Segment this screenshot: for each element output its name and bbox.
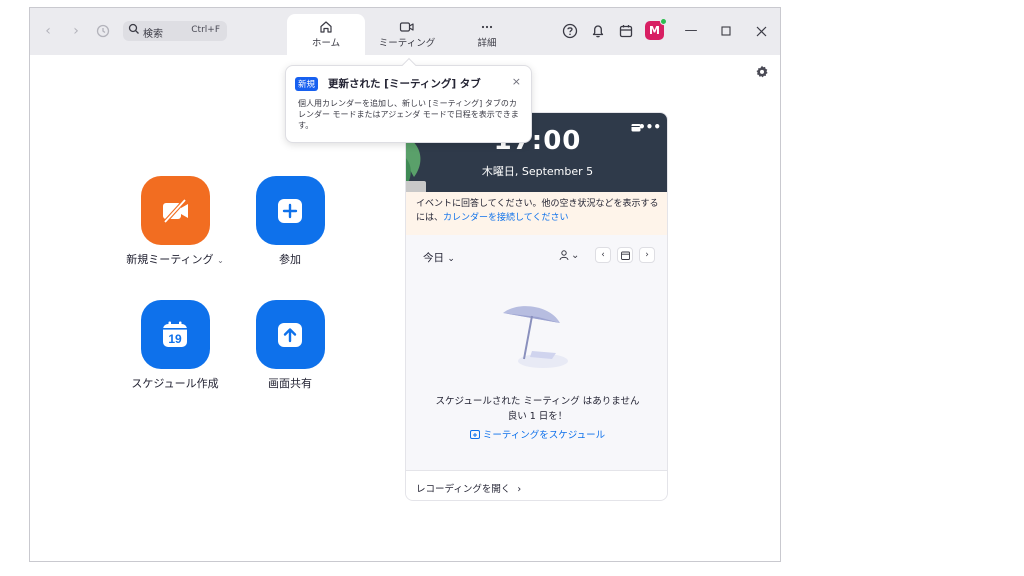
forward-arrow-icon[interactable]: ›	[66, 21, 86, 41]
calendar-icon[interactable]	[617, 22, 635, 40]
participants-filter-icon[interactable]: ⌄	[559, 249, 579, 261]
search-icon	[128, 23, 140, 38]
gear-icon[interactable]	[755, 65, 769, 79]
top-bar: ‹ › 検索 Ctrl+F ホーム ミーティング 詳細 M —	[30, 8, 780, 55]
zoom-window: ‹ › 検索 Ctrl+F ホーム ミーティング 詳細 M — 新規 更新された…	[29, 7, 781, 562]
tab-home[interactable]: ホーム	[287, 14, 365, 55]
tab-more[interactable]: 詳細	[448, 14, 526, 55]
help-icon[interactable]	[561, 22, 579, 40]
schedule-label: スケジュール作成	[131, 377, 219, 390]
more-options-icon[interactable]: •••	[638, 120, 661, 134]
close-icon[interactable]	[752, 21, 770, 41]
tab-meetings[interactable]: ミーティング	[368, 14, 446, 55]
join-button[interactable]	[255, 176, 325, 245]
next-day-button[interactable]: ›	[639, 247, 655, 263]
popup-body: 個人用カレンダーを追加し、新しい [ミーティング] タブのカレンダー モードまた…	[298, 99, 519, 130]
join-action[interactable]: 参加	[230, 176, 350, 267]
open-recordings-link[interactable]: レコーディングを開く ›	[406, 470, 667, 500]
minimize-icon[interactable]: —	[682, 21, 700, 41]
search-box[interactable]: 検索 Ctrl+F	[123, 21, 227, 41]
share-screen-button[interactable]	[255, 300, 325, 369]
new-feature-popup: 新規 更新された [ミーティング] タブ × 個人用カレンダーを追加し、新しい …	[285, 57, 532, 143]
popup-arrow	[401, 57, 417, 73]
schedule-meeting-link-label: ミーティングをスケジュール	[482, 430, 606, 441]
schedule-action[interactable]: 19 スケジュール作成	[115, 300, 235, 391]
bell-icon[interactable]	[589, 22, 607, 40]
new-meeting-label: 新規ミーティング ⌄	[115, 251, 235, 267]
search-label: 検索	[143, 29, 163, 40]
day-selector-row: 今日 ⌄ ⌄ ‹ ›	[406, 247, 667, 267]
popup-close-button[interactable]: ×	[512, 75, 521, 88]
tab-more-label: 詳細	[477, 38, 497, 49]
no-meetings-text: スケジュールされた ミーティング はありません	[435, 396, 640, 407]
calendar-picker-button[interactable]	[617, 247, 633, 263]
tab-meetings-label: ミーティング	[378, 38, 436, 49]
online-status-dot	[660, 18, 667, 25]
share-screen-label: 画面共有	[268, 377, 312, 390]
back-arrow-icon[interactable]: ‹	[38, 21, 58, 41]
calendar-panel: 17:00 木曜日, September 5 ••• イベントに回答してください…	[405, 112, 668, 501]
beach-umbrella-illustration	[503, 306, 568, 368]
open-recordings-label: レコーディングを開く	[416, 484, 511, 495]
good-day-text: 良い 1 日を！	[507, 411, 568, 422]
chevron-down-icon: ⌄	[447, 254, 455, 264]
new-meeting-action[interactable]: 新規ミーティング ⌄	[115, 176, 235, 267]
join-label: 参加	[279, 253, 301, 266]
calendar-day-number: 19	[168, 332, 182, 346]
avatar[interactable]: M	[645, 18, 667, 40]
home-icon	[320, 21, 332, 33]
plus-icon	[278, 198, 302, 223]
popup-title: 更新された [ミーティング] タブ	[328, 78, 481, 90]
calendar-day-icon: 19	[163, 321, 187, 347]
chevron-right-icon: ›	[517, 484, 522, 495]
schedule-button[interactable]: 19	[140, 300, 210, 369]
video-camera-icon	[399, 22, 414, 32]
calendar-notice: イベントに回答してください。他の空き状況などを表示するには、カレンダーを接続して…	[406, 192, 667, 235]
search-shortcut: Ctrl+F	[191, 25, 220, 35]
maximize-icon[interactable]	[717, 21, 735, 41]
video-off-icon	[163, 198, 188, 223]
today-label: 今日	[423, 252, 444, 264]
new-badge: 新規	[295, 77, 319, 91]
share-screen-action[interactable]: 画面共有	[230, 300, 350, 391]
previous-day-button[interactable]: ‹	[595, 247, 611, 263]
clock-date: 木曜日, September 5	[481, 165, 594, 178]
share-arrow-icon	[278, 322, 302, 347]
avatar-initial: M	[649, 24, 660, 37]
today-dropdown[interactable]: 今日 ⌄	[423, 250, 455, 265]
chevron-down-icon[interactable]: ⌄	[217, 256, 224, 265]
new-meeting-button[interactable]	[140, 176, 210, 245]
calendar-plus-icon	[469, 430, 480, 439]
new-meeting-text: 新規ミーティング	[126, 253, 214, 266]
more-dots-icon	[481, 25, 493, 29]
history-icon[interactable]	[93, 21, 113, 41]
tab-home-label: ホーム	[311, 38, 341, 49]
connect-calendar-link[interactable]: カレンダーを接続してください	[443, 213, 568, 223]
schedule-meeting-link[interactable]: ミーティングをスケジュール	[406, 427, 667, 441]
